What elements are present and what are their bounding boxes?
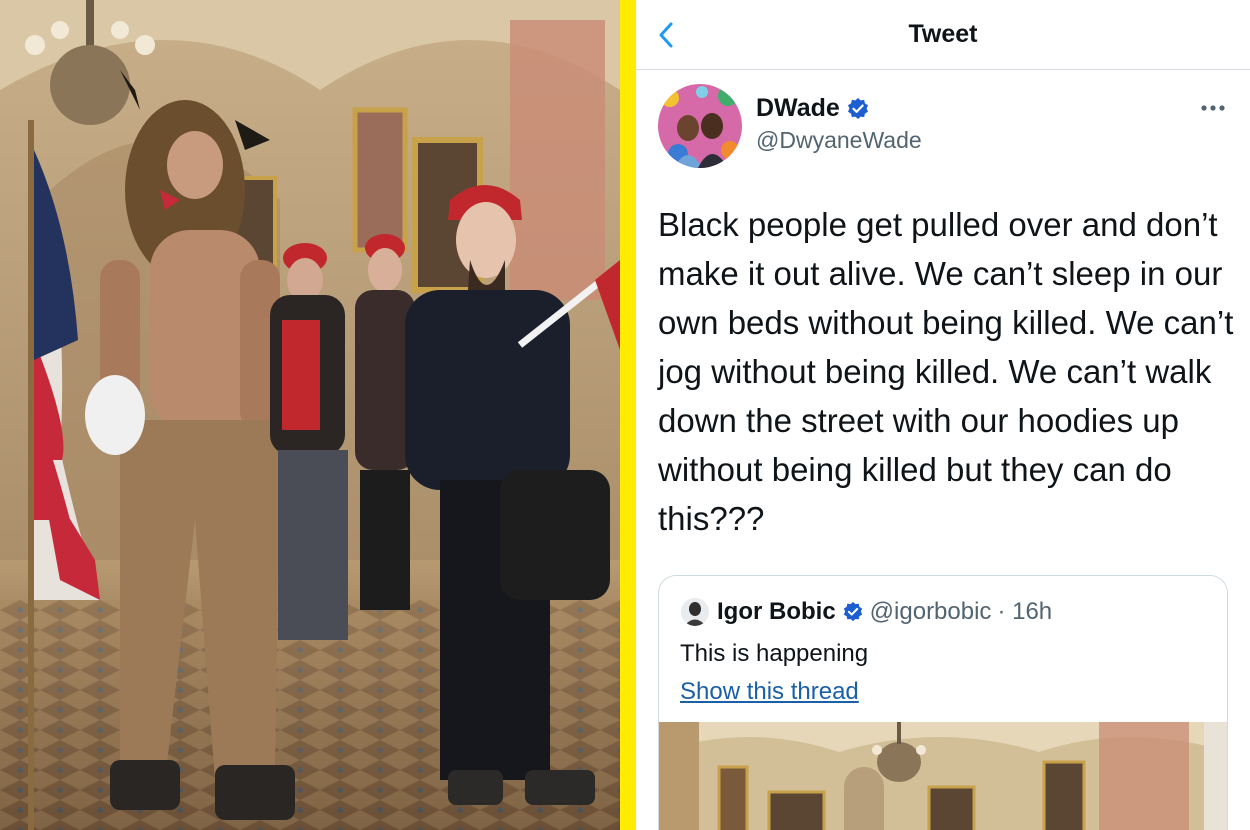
yellow-divider	[620, 0, 636, 830]
quoted-tweet-card[interactable]: Igor Bobic @igorbobic · 16h This is happe…	[658, 575, 1228, 830]
quoted-tweet-header: Igor Bobic @igorbobic · 16h	[717, 598, 1052, 626]
quoted-tweet-photo[interactable]	[659, 722, 1227, 830]
author-name[interactable]: DWade	[756, 94, 870, 123]
show-thread-link[interactable]: Show this thread	[680, 678, 859, 706]
author-handle[interactable]: @DwyaneWade	[756, 127, 922, 154]
news-photo	[0, 0, 620, 830]
quoted-author-name: Igor Bobic	[717, 598, 836, 625]
author-name-text: DWade	[756, 94, 840, 122]
quoted-tweet-text: This is happening	[680, 640, 869, 667]
author-avatar[interactable]	[658, 84, 742, 168]
quoted-author-avatar	[681, 598, 709, 626]
more-horizontal-icon[interactable]	[1198, 98, 1228, 118]
top-navigation-bar: Tweet	[636, 0, 1250, 70]
page-title: Tweet	[908, 20, 978, 48]
tweet-screenshot: Tweet DWade @DwyaneWade Black people get…	[636, 0, 1250, 830]
quoted-author-handle: @igorbobic	[869, 598, 992, 625]
verified-badge-icon	[842, 601, 864, 623]
tweet-body: Black people get pulled over and don’t m…	[658, 206, 1234, 537]
quoted-tweet-time: · 16h	[997, 598, 1053, 625]
verified-badge-icon	[846, 97, 870, 121]
photo-illustration	[0, 0, 620, 830]
